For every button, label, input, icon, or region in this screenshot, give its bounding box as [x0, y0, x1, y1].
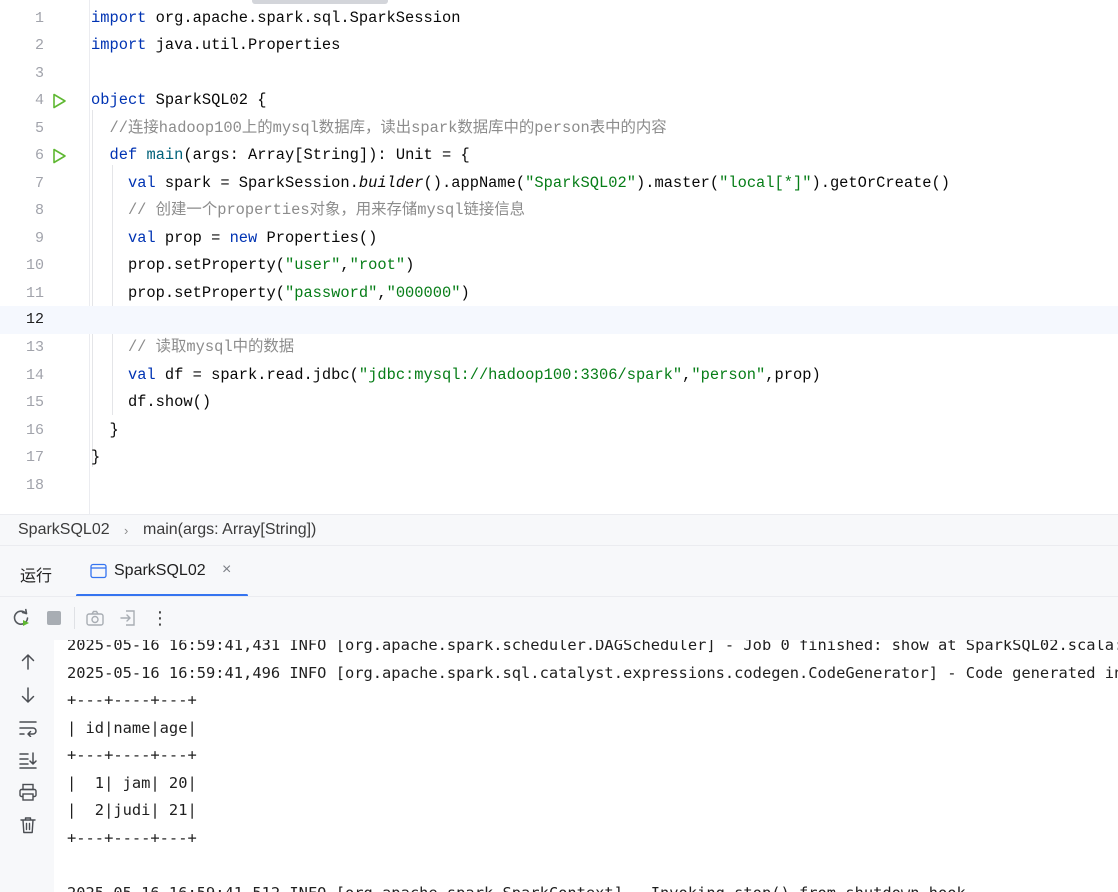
line-number: 9	[34, 229, 44, 247]
breadcrumb-item-method[interactable]: main(args: Array[String])	[143, 521, 316, 539]
code-line[interactable]: 15 df.show()	[0, 389, 1118, 417]
rerun-button[interactable]	[10, 607, 32, 629]
code-text: def main(args: Array[String]): Unit = {	[109, 146, 470, 164]
code-text: object SparkSQL02 {	[91, 91, 267, 109]
line-number: 16	[25, 421, 44, 439]
code-line[interactable]: 18	[0, 472, 1118, 500]
code-text: }	[91, 448, 101, 466]
line-number: 5	[34, 119, 44, 137]
code-line[interactable]: 10 prop.setProperty("user","root")	[0, 252, 1118, 280]
line-number: 4	[34, 92, 44, 109]
code-line[interactable]: 2 import java.util.Properties	[0, 32, 1118, 60]
line-number: 10	[25, 257, 44, 274]
code-line[interactable]: 14 val df = spark.read.jdbc("jdbc:mysql:…	[0, 362, 1118, 390]
code-text: import java.util.Properties	[91, 36, 341, 54]
console-output[interactable]: 2025-05-16 16:59:41,431 INFO [org.apache…	[54, 640, 1118, 892]
close-icon[interactable]: ×	[222, 561, 231, 579]
code-line[interactable]: 16 }	[0, 417, 1118, 445]
camera-icon	[86, 610, 104, 626]
code-line[interactable]: 13 // 读取mysql中的数据	[0, 334, 1118, 362]
code-line[interactable]: 5 //连接hadoop100上的mysql数据库，读出spark数据库中的pe…	[0, 115, 1118, 143]
line-number: 3	[34, 64, 44, 82]
console-line: +---+----+---+	[67, 746, 197, 764]
code-text: prop.setProperty("user","root")	[91, 256, 415, 274]
code-line[interactable]: 1 import org.apache.spark.sql.SparkSessi…	[0, 5, 1118, 33]
current-code-line[interactable]: 12	[0, 306, 1118, 334]
run-window-title: 运行	[20, 568, 53, 585]
run-gutter-icon[interactable]	[51, 148, 67, 164]
console-window-icon	[90, 563, 107, 579]
code-line[interactable]: 7 val spark = SparkSession.builder().app…	[0, 170, 1118, 198]
exit-button[interactable]	[117, 607, 139, 629]
code-text: import org.apache.spark.sql.SparkSession	[91, 8, 461, 27]
code-line[interactable]: 8 // 创建一个properties对象，用来存储mysql链接信息	[0, 197, 1118, 225]
run-gutter-icon[interactable]	[51, 93, 67, 109]
exit-icon	[120, 610, 135, 626]
console-line: | id|name|age|	[67, 718, 197, 737]
console-side-toolbar	[0, 640, 54, 892]
line-number: 2	[34, 37, 44, 54]
code-line[interactable]: 9 val prop = new Properties()	[0, 225, 1118, 253]
line-number: 6	[34, 147, 44, 164]
code-line[interactable]: 17 }	[0, 444, 1118, 472]
console-line: 2025-05-16 16:59:41,512 INFO [org.apache…	[67, 880, 966, 892]
horizontal-scrollbar[interactable]	[252, 0, 388, 4]
console-line: +---+----+---+	[67, 828, 197, 847]
code-line[interactable]: 4 object SparkSQL02 {	[0, 87, 1118, 115]
tab-sparksql02[interactable]: SparkSQL02 ×	[76, 546, 248, 597]
code-line[interactable]: 3	[0, 60, 1118, 88]
console-line: 2025-05-16 16:59:41,496 INFO [org.apache…	[67, 663, 1118, 682]
line-number: 7	[34, 174, 44, 192]
code-comment: //连接hadoop100上的mysql数据库，读出spark数据库中的pers…	[91, 118, 667, 137]
line-number: 13	[25, 339, 44, 356]
breadcrumb-separator: ›	[124, 523, 129, 538]
code-text: prop.setProperty("password","000000")	[91, 283, 470, 302]
code-comment: // 读取mysql中的数据	[91, 338, 295, 356]
code-text: df.show()	[91, 393, 212, 411]
code-editor[interactable]: 1 import org.apache.spark.sql.SparkSessi…	[0, 0, 1118, 514]
code-line[interactable]: 6 def main(args: Array[String]): Unit = …	[0, 142, 1118, 170]
line-number: 15	[25, 394, 44, 411]
print-icon[interactable]	[17, 781, 39, 803]
toolbar-divider	[74, 607, 75, 629]
console-line: +---+----+---+	[67, 691, 197, 709]
trash-icon[interactable]	[17, 814, 39, 836]
line-number: 1	[34, 9, 44, 27]
console-line: | 2|judi| 21|	[67, 801, 197, 819]
code-line[interactable]: 11 prop.setProperty("password","000000")	[0, 280, 1118, 308]
code-comment: // 创建一个properties对象，用来存储mysql链接信息	[91, 201, 526, 219]
line-number: 11	[25, 284, 44, 302]
run-tool-window-header: 运行 SparkSQL02 ×	[0, 545, 1118, 597]
code-text: }	[91, 420, 119, 439]
line-number: 8	[34, 202, 44, 219]
rerun-icon	[13, 608, 29, 626]
code-text: val df = spark.read.jdbc("jdbc:mysql://h…	[127, 365, 821, 384]
code-text: val prop = new Properties()	[127, 228, 378, 247]
console-line: 2025-05-16 16:59:41,431 INFO [org.apache…	[67, 640, 1118, 654]
line-number: 14	[25, 366, 44, 384]
line-number: 12	[25, 311, 44, 328]
soft-wrap-icon[interactable]	[17, 717, 39, 739]
code-text: val spark = SparkSession.builder().appNa…	[127, 173, 951, 192]
stop-icon	[47, 611, 61, 625]
stop-button[interactable]	[43, 607, 65, 629]
tab-label: SparkSQL02	[114, 562, 206, 579]
line-number: 18	[25, 476, 44, 494]
scroll-to-end-icon[interactable]	[17, 749, 39, 771]
run-toolbar: ⋮	[0, 596, 1118, 640]
arrow-up-icon[interactable]	[17, 651, 39, 673]
console-line: | 1| jam| 20|	[67, 773, 197, 792]
more-icon[interactable]: ⋮	[149, 607, 171, 629]
line-number: 17	[25, 449, 44, 466]
screenshot-button[interactable]	[84, 607, 106, 629]
breadcrumb-item-object[interactable]: SparkSQL02	[18, 521, 110, 539]
arrow-down-icon[interactable]	[17, 684, 39, 706]
breadcrumb: SparkSQL02 › main(args: Array[String])	[0, 514, 1118, 545]
